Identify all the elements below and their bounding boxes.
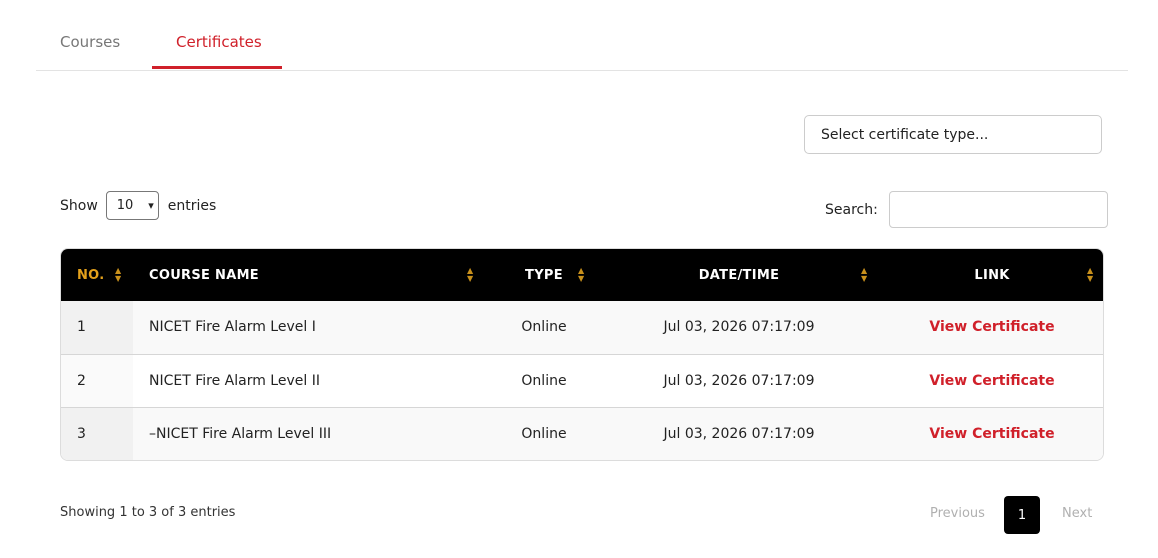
cell-course-name: NICET Fire Alarm Level II xyxy=(149,372,320,389)
header-datetime[interactable]: Date/Time ▲ ▼ xyxy=(599,249,879,301)
header-link[interactable]: Link ▲ ▼ xyxy=(879,249,1103,301)
certificate-type-placeholder: Select certificate type... xyxy=(821,127,989,143)
show-label: Show xyxy=(60,197,98,214)
cell-course-name: –NICET Fire Alarm Level III xyxy=(149,425,332,442)
cell-link: View Certificate xyxy=(879,301,1103,354)
table-info: Showing 1 to 3 of 3 entries xyxy=(60,505,236,520)
cell-type: Online xyxy=(521,425,567,442)
table-row: 1 NICET Fire Alarm Level I Online Jul 03… xyxy=(61,301,1103,354)
entries-length-control: Show 10 ▾ entries xyxy=(60,191,216,220)
entries-length-select[interactable]: 10 ▾ xyxy=(105,191,159,220)
search-label: Search: xyxy=(825,201,878,218)
previous-page-button[interactable]: Previous xyxy=(930,506,985,521)
sort-icon: ▲ ▼ xyxy=(467,266,474,283)
tab-courses[interactable]: Courses xyxy=(60,33,120,51)
certificates-table: No. ▲ ▼ Course Name ▲ ▼ Type ▲ ▼ Date/Time … xyxy=(60,248,1104,461)
cell-link: View Certificate xyxy=(879,354,1103,407)
cell-no: 2 xyxy=(61,354,133,407)
header-course-name-label: Course Name xyxy=(149,267,259,283)
tab-bar: Courses Certificates xyxy=(36,0,1128,71)
table-row: 2 NICET Fire Alarm Level II Online Jul 0… xyxy=(61,354,1103,407)
view-certificate-link[interactable]: View Certificate xyxy=(929,319,1054,335)
cell-datetime: Jul 03, 2026 07:17:09 xyxy=(663,372,815,389)
table-row: 3 –NICET Fire Alarm Level III Online Jul… xyxy=(61,407,1103,460)
cell-link: View Certificate xyxy=(879,407,1103,460)
next-page-button[interactable]: Next xyxy=(1062,506,1092,521)
cell-datetime: Jul 03, 2026 07:17:09 xyxy=(663,319,815,336)
sort-icon: ▲ ▼ xyxy=(115,266,122,283)
search-control: Search: xyxy=(825,191,1108,228)
header-type-label: Type xyxy=(525,267,563,283)
cell-no: 3 xyxy=(61,407,133,460)
cell-course-name: NICET Fire Alarm Level I xyxy=(149,319,316,336)
table-header-row: No. ▲ ▼ Course Name ▲ ▼ Type ▲ ▼ Date/Time … xyxy=(61,249,1103,301)
sort-icon: ▲ ▼ xyxy=(1087,266,1094,283)
header-link-label: Link xyxy=(974,267,1010,283)
header-type[interactable]: Type ▲ ▼ xyxy=(489,249,599,301)
cell-datetime: Jul 03, 2026 07:17:09 xyxy=(663,425,815,442)
header-no[interactable]: No. ▲ ▼ xyxy=(61,249,133,301)
entries-length-value: 10 xyxy=(116,198,134,213)
header-course-name[interactable]: Course Name ▲ ▼ xyxy=(133,249,489,301)
chevron-down-icon: ▾ xyxy=(148,199,154,212)
view-certificate-link[interactable]: View Certificate xyxy=(929,426,1054,442)
header-datetime-label: Date/Time xyxy=(698,267,780,283)
cell-type: Online xyxy=(521,319,567,336)
page-1-button[interactable]: 1 xyxy=(1004,496,1040,534)
entries-label: entries xyxy=(167,197,217,214)
view-certificate-link[interactable]: View Certificate xyxy=(929,373,1054,389)
cell-no: 1 xyxy=(61,301,133,354)
header-no-label: No. xyxy=(77,267,105,283)
cell-type: Online xyxy=(521,372,567,389)
tab-certificates[interactable]: Certificates xyxy=(176,33,262,51)
certificate-type-select[interactable]: Select certificate type... xyxy=(804,115,1102,154)
search-input[interactable] xyxy=(888,191,1108,228)
sort-icon: ▲ ▼ xyxy=(578,266,585,283)
active-tab-indicator xyxy=(152,66,282,69)
sort-icon: ▲ ▼ xyxy=(861,266,868,283)
